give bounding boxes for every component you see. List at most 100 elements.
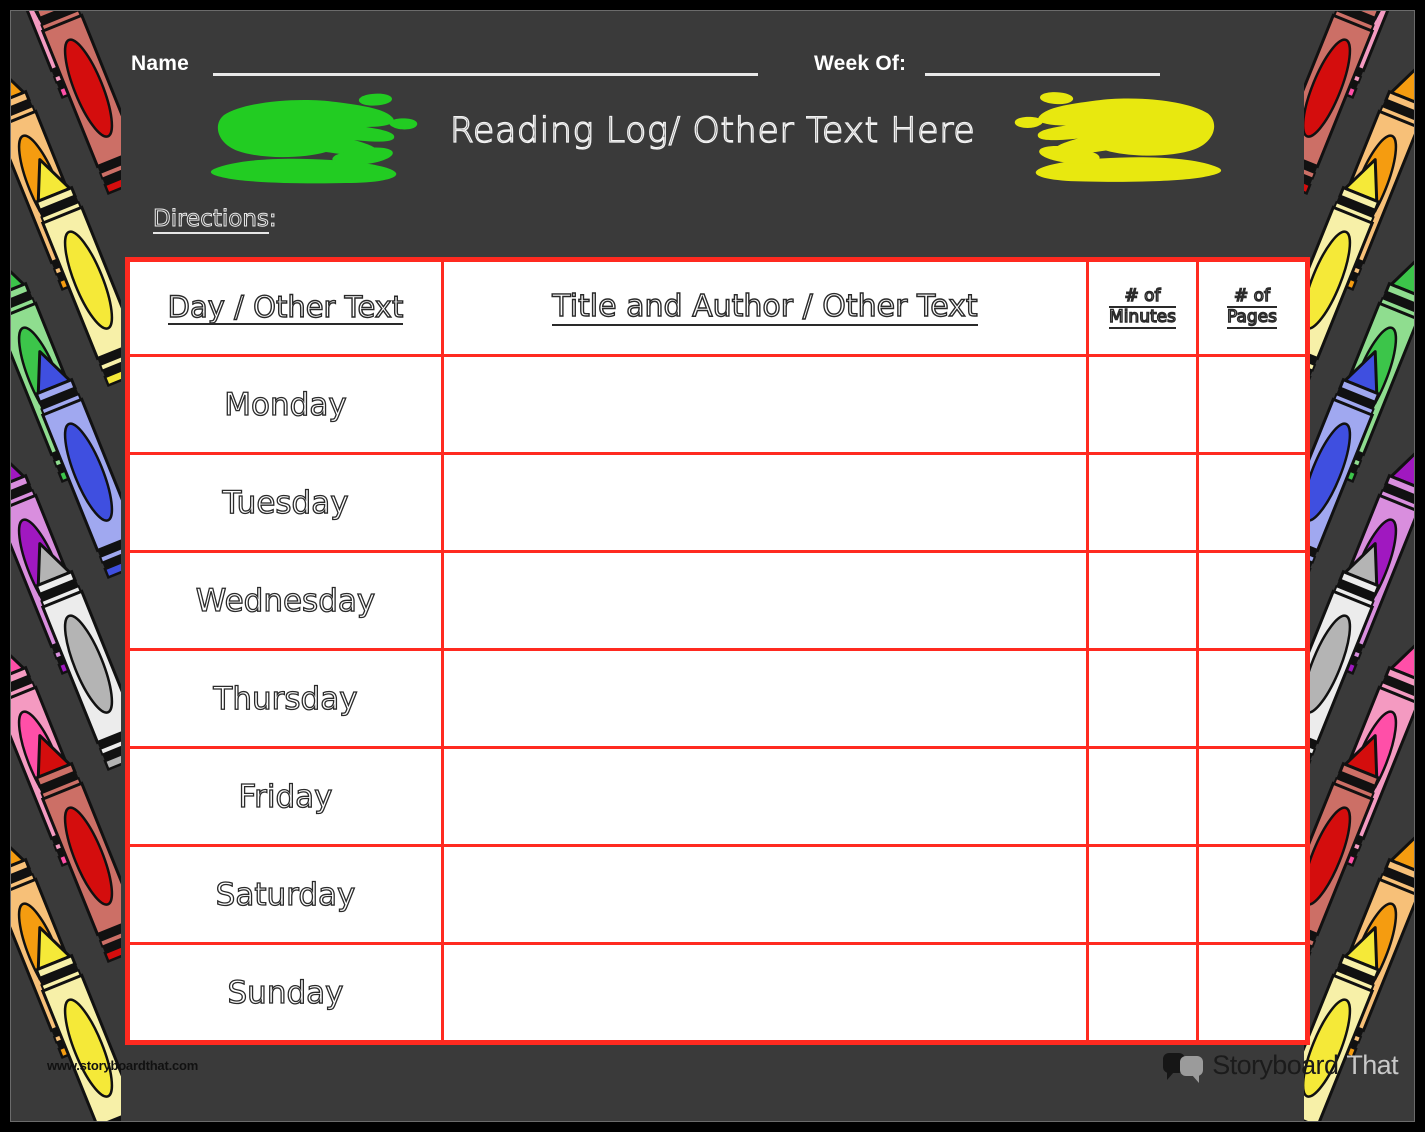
- day-cell: Thursday: [126, 648, 444, 749]
- header-cell-minutes: # of Minutes: [1086, 258, 1199, 357]
- minutes-entry-cell[interactable]: [1086, 354, 1199, 455]
- table-row: Monday: [126, 354, 1309, 455]
- pages-entry-cell[interactable]: [1196, 648, 1309, 749]
- crayon-white: [1304, 531, 1403, 775]
- table-row: Tuesday: [126, 452, 1309, 553]
- header-fields: Name Week Of:: [131, 47, 1171, 83]
- title-entry-cell[interactable]: [441, 452, 1089, 553]
- crayon-yellow: [1304, 915, 1403, 1121]
- header-label-title: Title and Author / Other Text: [552, 289, 978, 326]
- pages-entry-cell[interactable]: [1196, 452, 1309, 553]
- day-cell: Wednesday: [126, 550, 444, 651]
- crayon-red: [1304, 11, 1403, 199]
- crayon-green: [11, 243, 110, 487]
- header-label-minutes-line2: Minutes: [1108, 307, 1177, 330]
- crayon-orange: [11, 819, 110, 1063]
- title-entry-cell[interactable]: [441, 550, 1089, 651]
- header-cell-day: Day / Other Text: [126, 258, 444, 357]
- day-cell: Tuesday: [126, 452, 444, 553]
- storyboardthat-logo: Storyboard That: [1163, 1050, 1399, 1083]
- day-label: Tuesday: [222, 484, 349, 521]
- crayon-blue: [12, 339, 121, 583]
- minutes-entry-cell[interactable]: [1086, 648, 1199, 749]
- minutes-entry-cell[interactable]: [1086, 452, 1199, 553]
- pages-entry-cell[interactable]: [1196, 942, 1309, 1044]
- worksheet-page: Name Week Of: Reading Log/ Other Text He…: [0, 0, 1425, 1132]
- header-label-pages-line1: # of: [1226, 286, 1277, 308]
- reading-log-table: Day / Other Text Title and Author / Othe…: [125, 257, 1310, 1045]
- crayon-red: [12, 723, 121, 967]
- directions-label: Directions:: [153, 206, 277, 234]
- day-cell: Saturday: [126, 844, 444, 945]
- pages-entry-cell[interactable]: [1196, 844, 1309, 945]
- pages-entry-cell[interactable]: [1196, 550, 1309, 651]
- directions-word: Directions: [153, 206, 269, 234]
- crayon-purple: [1305, 435, 1414, 679]
- day-cell: Monday: [126, 354, 444, 455]
- title-entry-cell[interactable]: [441, 648, 1089, 749]
- crayon-white: [12, 531, 121, 775]
- name-label: Name: [131, 52, 189, 75]
- page-title: Reading Log/ Other Text Here: [449, 110, 976, 151]
- crayon-blue: [1304, 339, 1403, 583]
- header-label-pages: # of Pages: [1226, 286, 1278, 330]
- crayon-purple: [11, 435, 110, 679]
- pages-entry-cell[interactable]: [1196, 746, 1309, 847]
- crayon-green: [1305, 243, 1414, 487]
- week-group: Week Of:: [814, 47, 1160, 76]
- site-url: www.storyboardthat.com: [47, 1058, 199, 1073]
- brand-word-that: That: [1346, 1050, 1398, 1080]
- week-of-input[interactable]: [924, 47, 1160, 76]
- day-label: Friday: [238, 778, 333, 815]
- header-label-minutes: # of Minutes: [1108, 286, 1177, 330]
- title-entry-cell[interactable]: [441, 746, 1089, 847]
- table-row: Wednesday: [126, 550, 1309, 651]
- minutes-entry-cell[interactable]: [1086, 942, 1199, 1044]
- day-label: Saturday: [215, 876, 356, 913]
- minutes-entry-cell[interactable]: [1086, 746, 1199, 847]
- day-cell: Friday: [126, 746, 444, 847]
- minutes-entry-cell[interactable]: [1086, 844, 1199, 945]
- crayon-yellow: [12, 915, 121, 1121]
- day-cell: Sunday: [126, 942, 444, 1044]
- table-row: Thursday: [126, 648, 1309, 749]
- crayon-border-right: [1304, 11, 1414, 1121]
- day-label: Monday: [224, 386, 348, 423]
- day-label: Sunday: [227, 974, 344, 1011]
- title-entry-cell[interactable]: [441, 354, 1089, 455]
- table-row: Sunday: [126, 942, 1309, 1044]
- crayon-border-left: [11, 11, 121, 1121]
- table-row: Friday: [126, 746, 1309, 847]
- table-row: Saturday: [126, 844, 1309, 945]
- pages-entry-cell[interactable]: [1196, 354, 1309, 455]
- crayon-pink: [11, 11, 110, 103]
- speech-bubbles-icon: [1163, 1051, 1205, 1083]
- day-label: Thursday: [213, 680, 358, 717]
- speech-bubble-light-icon: [1180, 1055, 1204, 1083]
- worksheet-canvas: Name Week Of: Reading Log/ Other Text He…: [10, 10, 1415, 1122]
- crayon-pink: [1305, 627, 1414, 871]
- title-entry-cell[interactable]: [441, 942, 1089, 1044]
- header-label-pages-line2: Pages: [1226, 307, 1278, 330]
- header-cell-pages: # of Pages: [1196, 258, 1309, 357]
- crayon-pink: [1305, 11, 1414, 103]
- title-entry-cell[interactable]: [441, 844, 1089, 945]
- directions-colon: :: [268, 206, 277, 233]
- header-label-day: Day / Other Text: [167, 289, 404, 326]
- brand-word-storyboard: Storyboard: [1212, 1050, 1339, 1080]
- header-cell-title: Title and Author / Other Text: [441, 258, 1089, 357]
- name-input[interactable]: [213, 47, 759, 76]
- header-label-minutes-line1: # of: [1109, 286, 1176, 308]
- week-of-label: Week Of:: [814, 52, 907, 75]
- table-header-row: Day / Other Text Title and Author / Othe…: [126, 258, 1309, 357]
- crayon-pink: [11, 627, 110, 871]
- crayon-orange: [1305, 51, 1414, 295]
- crayon-orange: [11, 51, 110, 295]
- crayon-yellow: [12, 147, 121, 391]
- crayon-orange: [1305, 819, 1414, 1063]
- crayon-yellow: [1304, 147, 1403, 391]
- crayon-red: [1304, 723, 1403, 967]
- day-label: Wednesday: [195, 582, 376, 619]
- crayon-red: [12, 11, 121, 199]
- minutes-entry-cell[interactable]: [1086, 550, 1199, 651]
